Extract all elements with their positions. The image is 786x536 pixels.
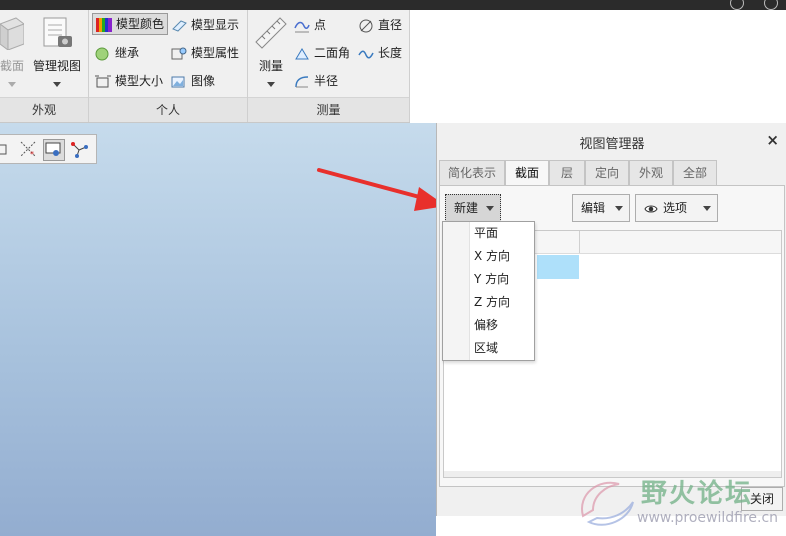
tab-layer[interactable]: 层	[549, 160, 585, 186]
model-properties-label: 模型属性	[191, 46, 240, 60]
tab-appearance[interactable]: 外观	[629, 160, 673, 186]
section-button[interactable]: 截面	[0, 16, 26, 90]
svg-text:*: *	[30, 150, 34, 159]
dihedral-angle-button[interactable]: 二面角	[294, 42, 350, 64]
chevron-down-icon	[703, 206, 711, 211]
chevron-down-icon	[8, 82, 16, 87]
chevron-down-icon	[486, 206, 494, 211]
menu-item-offset[interactable]: 偏移	[474, 314, 498, 337]
image-button[interactable]: 图像	[171, 70, 215, 92]
diameter-label: 直径	[378, 18, 403, 32]
menu-item-y-direction[interactable]: Y 方向	[474, 268, 509, 291]
length-label: 长度	[378, 46, 403, 60]
point-label: 点	[314, 18, 327, 32]
chevron-down-icon	[615, 206, 623, 211]
help-icon[interactable]	[730, 0, 744, 10]
diameter-icon	[359, 19, 373, 32]
section-cube-icon	[0, 17, 26, 51]
color-bars-icon	[96, 17, 112, 32]
section-button-label: 截面	[0, 59, 25, 73]
menu-item-x-direction[interactable]: X 方向	[474, 245, 510, 268]
measure-button[interactable]: 测量	[252, 16, 290, 90]
radius-icon	[295, 75, 309, 87]
image-icon	[171, 76, 185, 87]
model-properties-icon	[171, 47, 187, 59]
new-dropdown-menu: 平面 X 方向 Y 方向 Z 方向 偏移 区域	[442, 221, 535, 361]
close-icon[interactable]: ×	[766, 131, 779, 149]
new-button[interactable]: 新建	[445, 194, 501, 222]
manage-view-label: 管理视图	[32, 59, 81, 73]
ribbon-group-appearance: 截面 管理视图 外观	[0, 10, 89, 122]
measure-group-label: 测量	[248, 97, 409, 122]
window-title-bar	[0, 0, 786, 10]
inherit-label: 继承	[115, 46, 140, 60]
radius-label: 半径	[314, 74, 339, 88]
chevron-down-icon	[267, 82, 275, 87]
ruler-icon	[255, 17, 287, 49]
edit-button-label: 编辑	[581, 201, 606, 215]
view-toolbar: *	[0, 134, 97, 164]
ribbon: 截面 管理视图 外观 模型颜色 模型显示 继承 模型属性 模型大小 图像 个人 …	[0, 10, 410, 123]
model-color-label: 模型颜色	[116, 17, 165, 31]
model-color-button[interactable]: 模型颜色	[92, 13, 169, 35]
length-wave-icon	[358, 50, 374, 58]
model-size-button[interactable]: 模型大小	[95, 70, 163, 92]
annotation-arrow	[317, 168, 446, 211]
options-button[interactable]: 选项	[635, 194, 718, 222]
manage-view-icon	[43, 17, 72, 47]
diameter-button[interactable]: 直径	[358, 14, 402, 36]
model-size-icon	[95, 75, 111, 87]
menu-item-plane[interactable]: 平面	[474, 222, 498, 245]
edit-button[interactable]: 编辑	[572, 194, 630, 222]
menu-item-z-direction[interactable]: Z 方向	[474, 291, 510, 314]
ribbon-group-personal: 模型颜色 模型显示 继承 模型属性 模型大小 图像 个人	[89, 10, 248, 122]
inherit-button[interactable]: 继承	[95, 42, 139, 64]
model-size-label: 模型大小	[115, 74, 164, 88]
eye-icon	[644, 205, 658, 212]
model-display-button[interactable]: 模型显示	[171, 14, 239, 36]
saved-views-icon[interactable]	[0, 139, 8, 159]
image-label: 图像	[191, 74, 216, 88]
tab-section[interactable]: 截面	[505, 160, 549, 187]
watermark-url: www.proewildfire.cn	[637, 510, 779, 526]
manage-view-button[interactable]: 管理视图	[30, 16, 84, 90]
settings-icon[interactable]	[764, 0, 778, 10]
tab-all[interactable]: 全部	[673, 160, 717, 186]
menu-item-zone[interactable]: 区域	[474, 337, 498, 360]
spin-center-icon[interactable]	[69, 139, 89, 159]
length-button[interactable]: 长度	[358, 42, 402, 64]
radius-button[interactable]: 半径	[294, 70, 338, 92]
point-button[interactable]: 点	[294, 14, 326, 36]
tab-simplified-rep[interactable]: 简化表示	[439, 160, 505, 186]
model-properties-button[interactable]: 模型属性	[171, 42, 239, 64]
point-curve-icon	[294, 21, 310, 32]
new-button-label: 新建	[454, 201, 479, 215]
watermark-logo-icon	[581, 481, 634, 526]
tab-orient[interactable]: 定向	[585, 160, 629, 186]
options-button-label: 选项	[663, 201, 688, 215]
datum-display-icon[interactable]: *	[18, 139, 38, 159]
model-display-icon	[172, 19, 187, 32]
dihedral-angle-icon	[295, 47, 309, 59]
ribbon-group-measure: 测量 点 直径 二面角 长度 半径 测量	[248, 10, 410, 122]
site-watermark: 野火论坛 www.proewildfire.cn	[575, 468, 786, 536]
personal-group-label: 个人	[89, 97, 247, 122]
measure-button-label: 测量	[258, 59, 283, 73]
dihedral-angle-label: 二面角	[314, 46, 351, 60]
dialog-title: 视图管理器	[579, 137, 645, 152]
selected-list-row[interactable]	[537, 255, 579, 279]
chevron-down-icon	[53, 82, 61, 87]
annotation-display-icon[interactable]	[43, 139, 65, 161]
watermark-site-name: 野火论坛	[641, 479, 754, 509]
model-display-label: 模型显示	[191, 18, 240, 32]
inherit-icon	[95, 47, 109, 60]
appearance-group-label: 外观	[0, 97, 88, 122]
